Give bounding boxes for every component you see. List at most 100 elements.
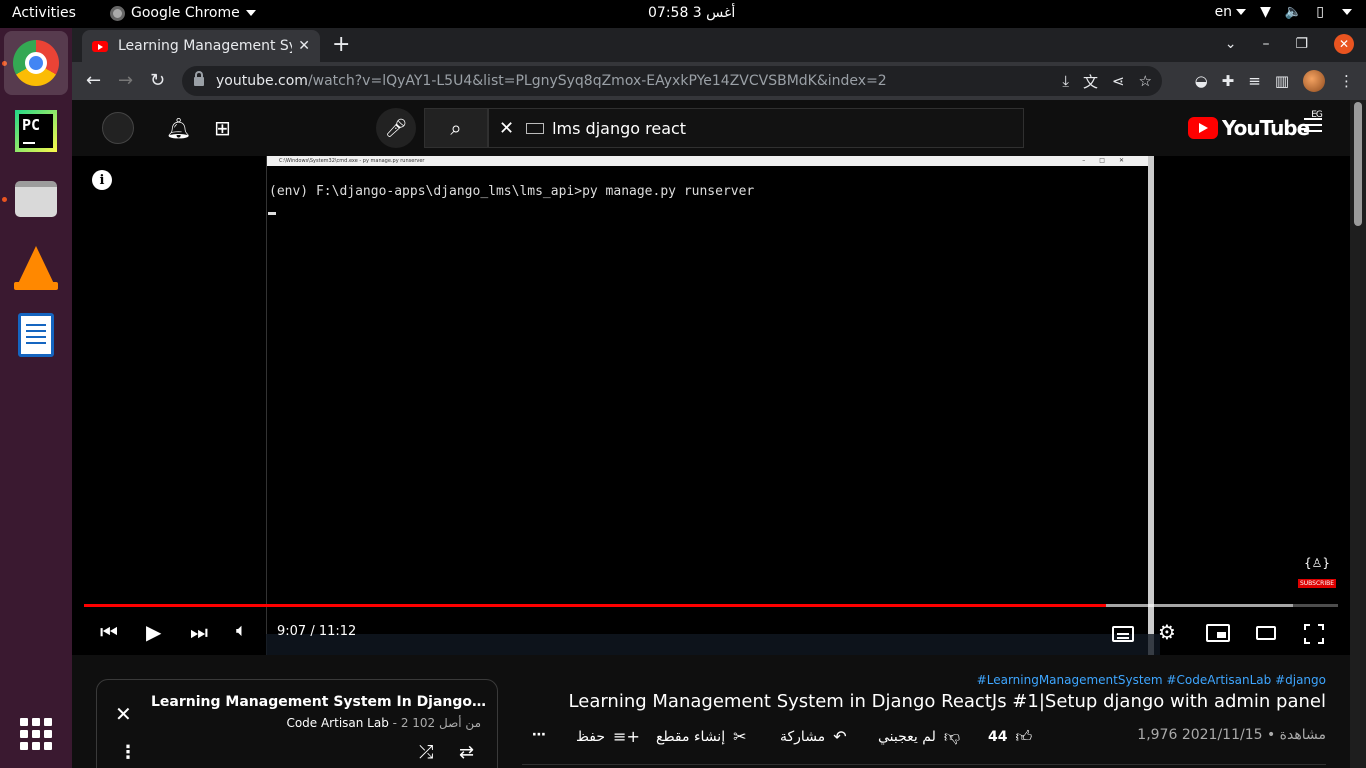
scrollbar-thumb[interactable]: [1354, 102, 1362, 226]
subscribe-watermark[interactable]: {♙} SUBSCRIBE: [1296, 556, 1338, 589]
window-controls: ⌄ – ❐ ✕: [1225, 34, 1354, 54]
cmd-line: (env) F:\django-apps\django_lms\lms_api>…: [269, 184, 755, 199]
more-actions-button[interactable]: ⋯: [532, 727, 546, 743]
search-input[interactable]: ✕ lms django react: [488, 108, 1024, 148]
cmd-title: C:\Windows\System32\cmd.exe - py manage.…: [279, 158, 425, 164]
dislike-button[interactable]: لم يعجبني 👎︎: [878, 727, 960, 747]
video-title: Learning Management System in Django Rea…: [568, 691, 1326, 712]
share-button[interactable]: مشاركة ↶: [780, 727, 847, 746]
install-icon[interactable]: ⤓: [1062, 72, 1069, 90]
video-hashtags[interactable]: #LearningManagementSystem #CodeArtisanLa…: [977, 673, 1326, 687]
app-menu[interactable]: Google Chrome: [110, 5, 256, 21]
playlist-title[interactable]: Learning Management System In Django Rea…: [151, 694, 487, 710]
show-apps-icon[interactable]: [20, 718, 52, 750]
lock-icon: [194, 70, 204, 86]
new-tab-icon[interactable]: +: [332, 32, 350, 57]
tab-close-icon[interactable]: ✕: [298, 38, 310, 54]
player-controls: ⏮ ▶ ⏭ 🔈︎ 9:07 / 11:12 ⚙: [72, 614, 1350, 654]
add-to-playlist-icon: ≡+: [613, 727, 640, 746]
close-playlist-icon[interactable]: ✕: [115, 702, 132, 726]
chevron-down-icon: [245, 10, 256, 16]
dock-chrome[interactable]: [4, 31, 68, 95]
views-and-date: 1,976 مشاهدة • 2021/11/15: [1137, 727, 1326, 743]
side-panel-icon[interactable]: ▥: [1275, 72, 1289, 90]
playlist-subtitle: Code Artisan Lab - 2 من أصل 102: [286, 716, 481, 730]
bookmark-star-icon[interactable]: ☆: [1139, 72, 1152, 90]
voice-search-mic-icon[interactable]: 🎤︎: [376, 108, 416, 148]
guide-menu-icon[interactable]: [1304, 118, 1322, 132]
files-icon: [15, 181, 57, 217]
battery-icon: ▯: [1316, 4, 1324, 20]
dock-pycharm[interactable]: PC: [4, 99, 68, 163]
tab-active[interactable]: Learning Management System In Django Rea…: [82, 30, 320, 62]
volume-icon[interactable]: 🔈︎: [236, 620, 247, 641]
keyboard-icon[interactable]: [526, 122, 545, 134]
account-avatar[interactable]: [102, 112, 134, 144]
extensions-area: ◒ ✚ ≡ ▥ ⋮: [1195, 70, 1354, 92]
previous-icon[interactable]: ⏮: [100, 620, 118, 644]
activities-button[interactable]: Activities: [12, 5, 76, 21]
cmd-cursor: [268, 212, 276, 215]
language-indicator[interactable]: en: [1215, 4, 1247, 20]
subtitles-icon[interactable]: [1112, 626, 1134, 642]
translate-icon[interactable]: 文: [1083, 71, 1098, 92]
cmd-window-controls: –□✕: [1082, 157, 1138, 164]
loop-icon[interactable]: ⇄: [459, 742, 474, 763]
playlist-channel[interactable]: Code Artisan Lab: [286, 716, 388, 730]
playlist-more-icon[interactable]: ⋮: [119, 742, 137, 763]
tab-search-icon[interactable]: ⌄: [1225, 36, 1237, 52]
clear-search-icon[interactable]: ✕: [499, 118, 514, 139]
search-button[interactable]: ⌕: [424, 108, 488, 148]
fullscreen-icon[interactable]: [1304, 624, 1324, 644]
scissors-icon: ✂: [733, 727, 747, 746]
dock-writer[interactable]: [4, 303, 68, 367]
divider: [522, 764, 1326, 765]
address-bar[interactable]: youtube.com/watch?v=lQyAY1-L5U4&list=PLg…: [182, 66, 1162, 96]
video-player[interactable]: C:\Windows\System32\cmd.exe - py manage.…: [72, 156, 1350, 655]
maximize-icon[interactable]: ❐: [1295, 36, 1308, 52]
media-control-icon[interactable]: ≡: [1248, 72, 1261, 90]
close-window-icon[interactable]: ✕: [1334, 34, 1354, 54]
writer-icon: [18, 313, 54, 357]
forward-icon[interactable]: →: [118, 70, 133, 91]
wifi-icon: ▼: [1260, 4, 1271, 20]
back-icon[interactable]: ←: [86, 70, 101, 91]
dock-vlc[interactable]: [4, 235, 68, 299]
youtube-logo-text: YouTube: [1222, 116, 1310, 140]
subscribe-watermark-label: SUBSCRIBE: [1297, 579, 1337, 588]
next-icon[interactable]: ⏭: [190, 620, 208, 644]
chrome-menu-icon[interactable]: ⋮: [1339, 72, 1354, 90]
theater-mode-icon[interactable]: [1256, 626, 1276, 640]
info-icon[interactable]: i: [92, 170, 112, 190]
url-host: youtube.com: [216, 73, 308, 89]
thumbs-up-icon: 👍︎: [1015, 727, 1033, 746]
extension-icon[interactable]: ◒: [1195, 72, 1208, 90]
dislike-label: لم يعجبني: [878, 729, 936, 745]
vlc-icon: [14, 246, 58, 290]
system-tray[interactable]: en ▼ 🔈 ▯: [1215, 4, 1352, 20]
shuffle-icon[interactable]: ⤮: [419, 742, 433, 763]
play-icon[interactable]: ▶: [146, 620, 161, 644]
dock-files[interactable]: [4, 167, 68, 231]
reload-icon[interactable]: ↻: [150, 70, 165, 91]
notifications-bell-icon[interactable]: 🔔︎: [166, 116, 191, 140]
share-arrow-icon: ↶: [833, 727, 847, 746]
minimize-icon[interactable]: –: [1262, 36, 1269, 52]
played-bar: [84, 604, 1106, 607]
miniplayer-icon[interactable]: [1206, 624, 1230, 642]
progress-bar[interactable]: [84, 604, 1338, 607]
create-video-icon[interactable]: ⊞: [214, 116, 231, 140]
like-button[interactable]: 44 👍︎: [988, 727, 1032, 747]
share-icon[interactable]: ⋖: [1112, 72, 1125, 90]
youtube-logo[interactable]: YouTube EG: [1188, 110, 1323, 140]
puzzle-icon[interactable]: ✚: [1222, 72, 1235, 90]
profile-avatar[interactable]: [1303, 70, 1325, 92]
clock[interactable]: 07:58 3 أغس: [648, 5, 735, 21]
chrome-mini-icon: [110, 5, 125, 21]
thumbs-down-icon: 👎︎: [943, 727, 961, 746]
settings-gear-icon[interactable]: ⚙: [1158, 620, 1176, 644]
page-scrollbar[interactable]: [1350, 100, 1366, 768]
youtube-play-logo-icon: [1188, 117, 1218, 139]
clip-button[interactable]: إنشاء مقطع ✂: [656, 727, 747, 746]
save-button[interactable]: حفظ ≡+: [576, 727, 640, 746]
